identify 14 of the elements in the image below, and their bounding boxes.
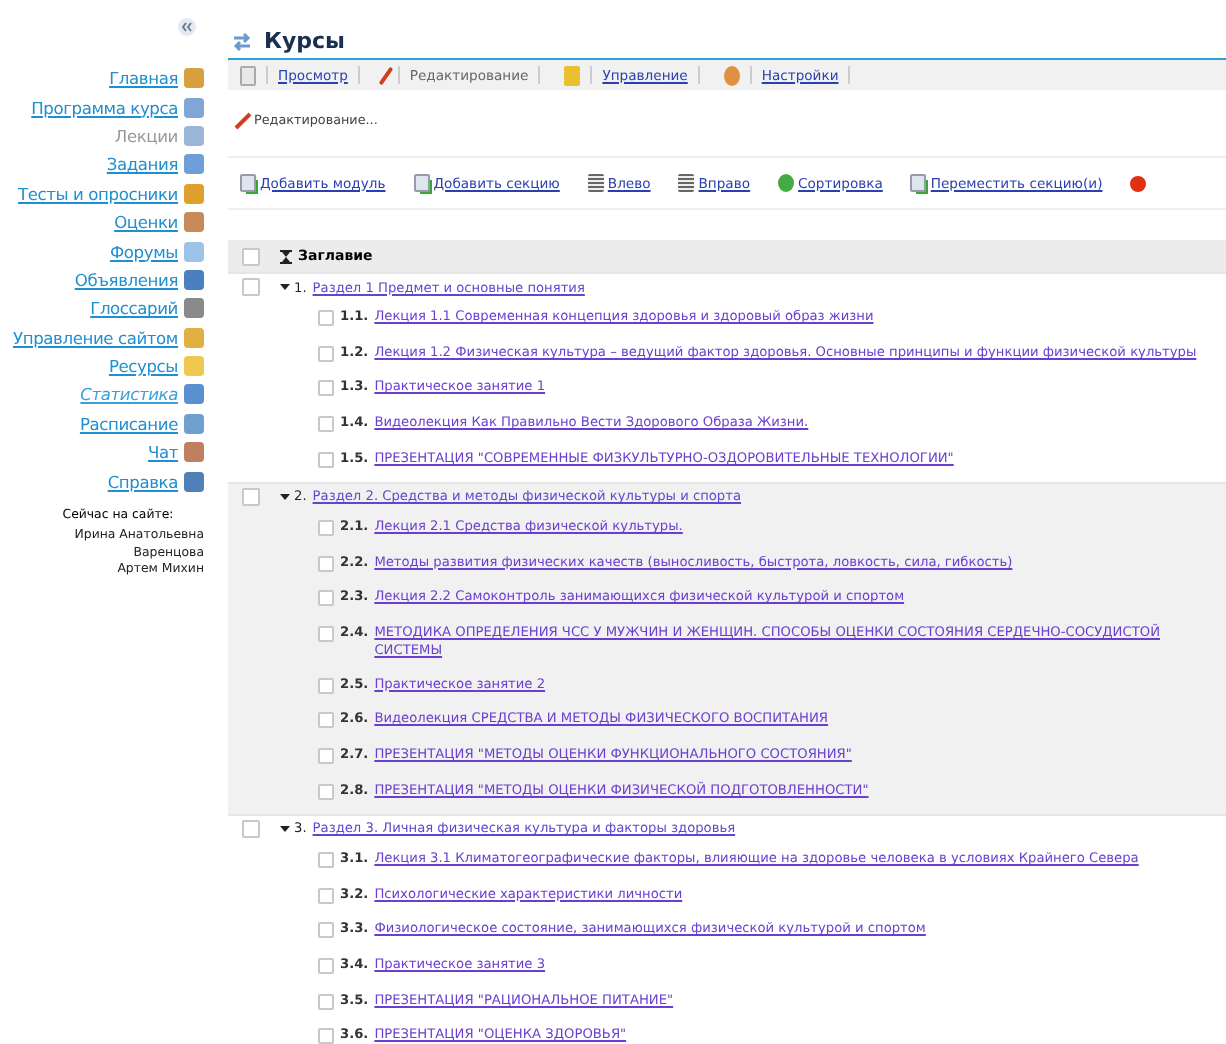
- sidebar-link[interactable]: Управление сайтом: [13, 327, 178, 348]
- sidebar-link[interactable]: Ресурсы: [108, 356, 178, 377]
- sidebar-link[interactable]: Тесты и опросники: [17, 183, 178, 204]
- page-title: Курсы: [264, 28, 346, 54]
- sidebar-link[interactable]: Форумы: [109, 241, 178, 262]
- sidebar-link[interactable]: Расписание: [79, 413, 178, 434]
- sidebar-link[interactable]: Задания: [106, 154, 178, 175]
- sidebar-link[interactable]: Программа курса: [31, 97, 178, 118]
- sidebar-link[interactable]: Главная: [109, 68, 178, 89]
- sidebar-link[interactable]: Глоссарий: [90, 298, 178, 319]
- sidebar-link[interactable]: Справка: [107, 471, 178, 492]
- sidebar-link[interactable]: Чат: [147, 442, 178, 463]
- sidebar-link[interactable]: Оценки: [114, 212, 178, 233]
- sidebar-link[interactable]: Объявления: [74, 269, 178, 290]
